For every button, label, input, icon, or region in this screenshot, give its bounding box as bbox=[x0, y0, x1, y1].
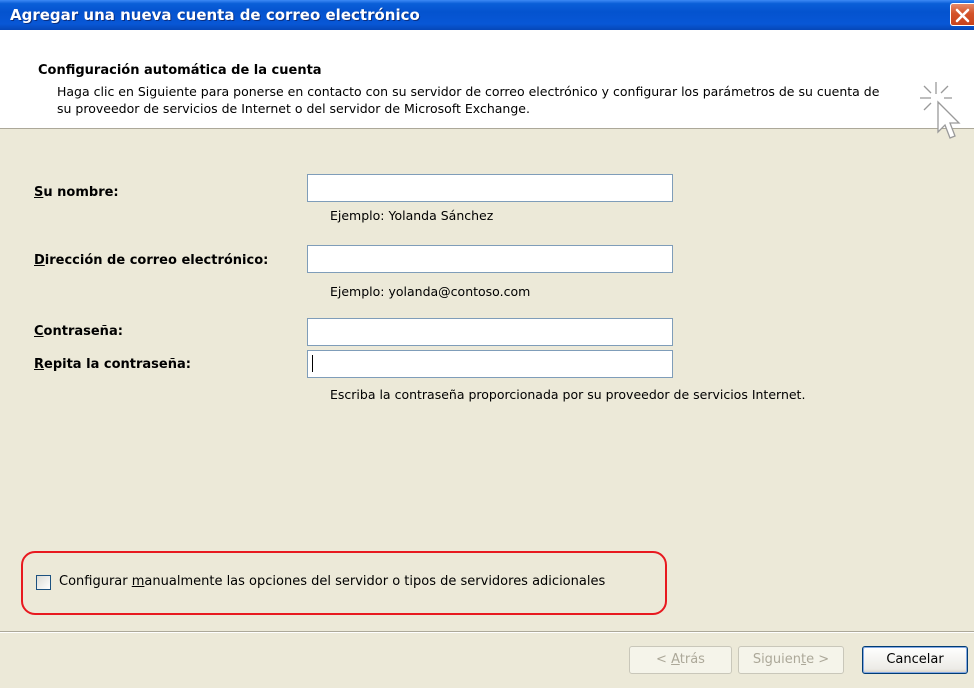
email-label: Dirección de correo electrónico: bbox=[34, 253, 269, 268]
name-field[interactable] bbox=[307, 174, 673, 202]
header-panel: Configuración automática de la cuenta Ha… bbox=[0, 30, 974, 139]
email-field[interactable] bbox=[307, 245, 673, 273]
text-caret bbox=[312, 355, 313, 372]
cancel-button[interactable]: Cancelar bbox=[862, 646, 968, 674]
close-button[interactable] bbox=[950, 3, 974, 26]
footer-divider bbox=[0, 631, 974, 633]
next-button[interactable]: Siguiente > bbox=[738, 646, 844, 674]
password-repeat-field[interactable] bbox=[307, 350, 673, 378]
password-repeat-label: Repita la contraseña: bbox=[34, 357, 191, 372]
window-title: Agregar una nueva cuenta de correo elect… bbox=[10, 6, 420, 24]
close-icon bbox=[955, 8, 970, 23]
password-field[interactable] bbox=[307, 318, 673, 346]
cursor-sparkle-icon bbox=[920, 82, 961, 139]
manual-config-label[interactable]: Configurar manualmente las opciones del … bbox=[59, 574, 605, 589]
name-label: Su nombre: bbox=[34, 185, 119, 200]
manual-config-checkbox[interactable] bbox=[36, 575, 51, 590]
name-hint: Ejemplo: Yolanda Sánchez bbox=[330, 208, 494, 223]
password-label: Contraseña: bbox=[34, 324, 123, 339]
header-description: Haga clic en Siguiente para ponerse en c… bbox=[57, 84, 880, 116]
back-button[interactable]: < Atrás bbox=[629, 646, 732, 674]
password-hint: Escriba la contraseña proporcionada por … bbox=[330, 387, 806, 402]
header-title: Configuración automática de la cuenta bbox=[38, 63, 322, 78]
email-hint: Ejemplo: yolanda@contoso.com bbox=[330, 284, 531, 299]
title-bar: Agregar una nueva cuenta de correo elect… bbox=[0, 0, 974, 30]
